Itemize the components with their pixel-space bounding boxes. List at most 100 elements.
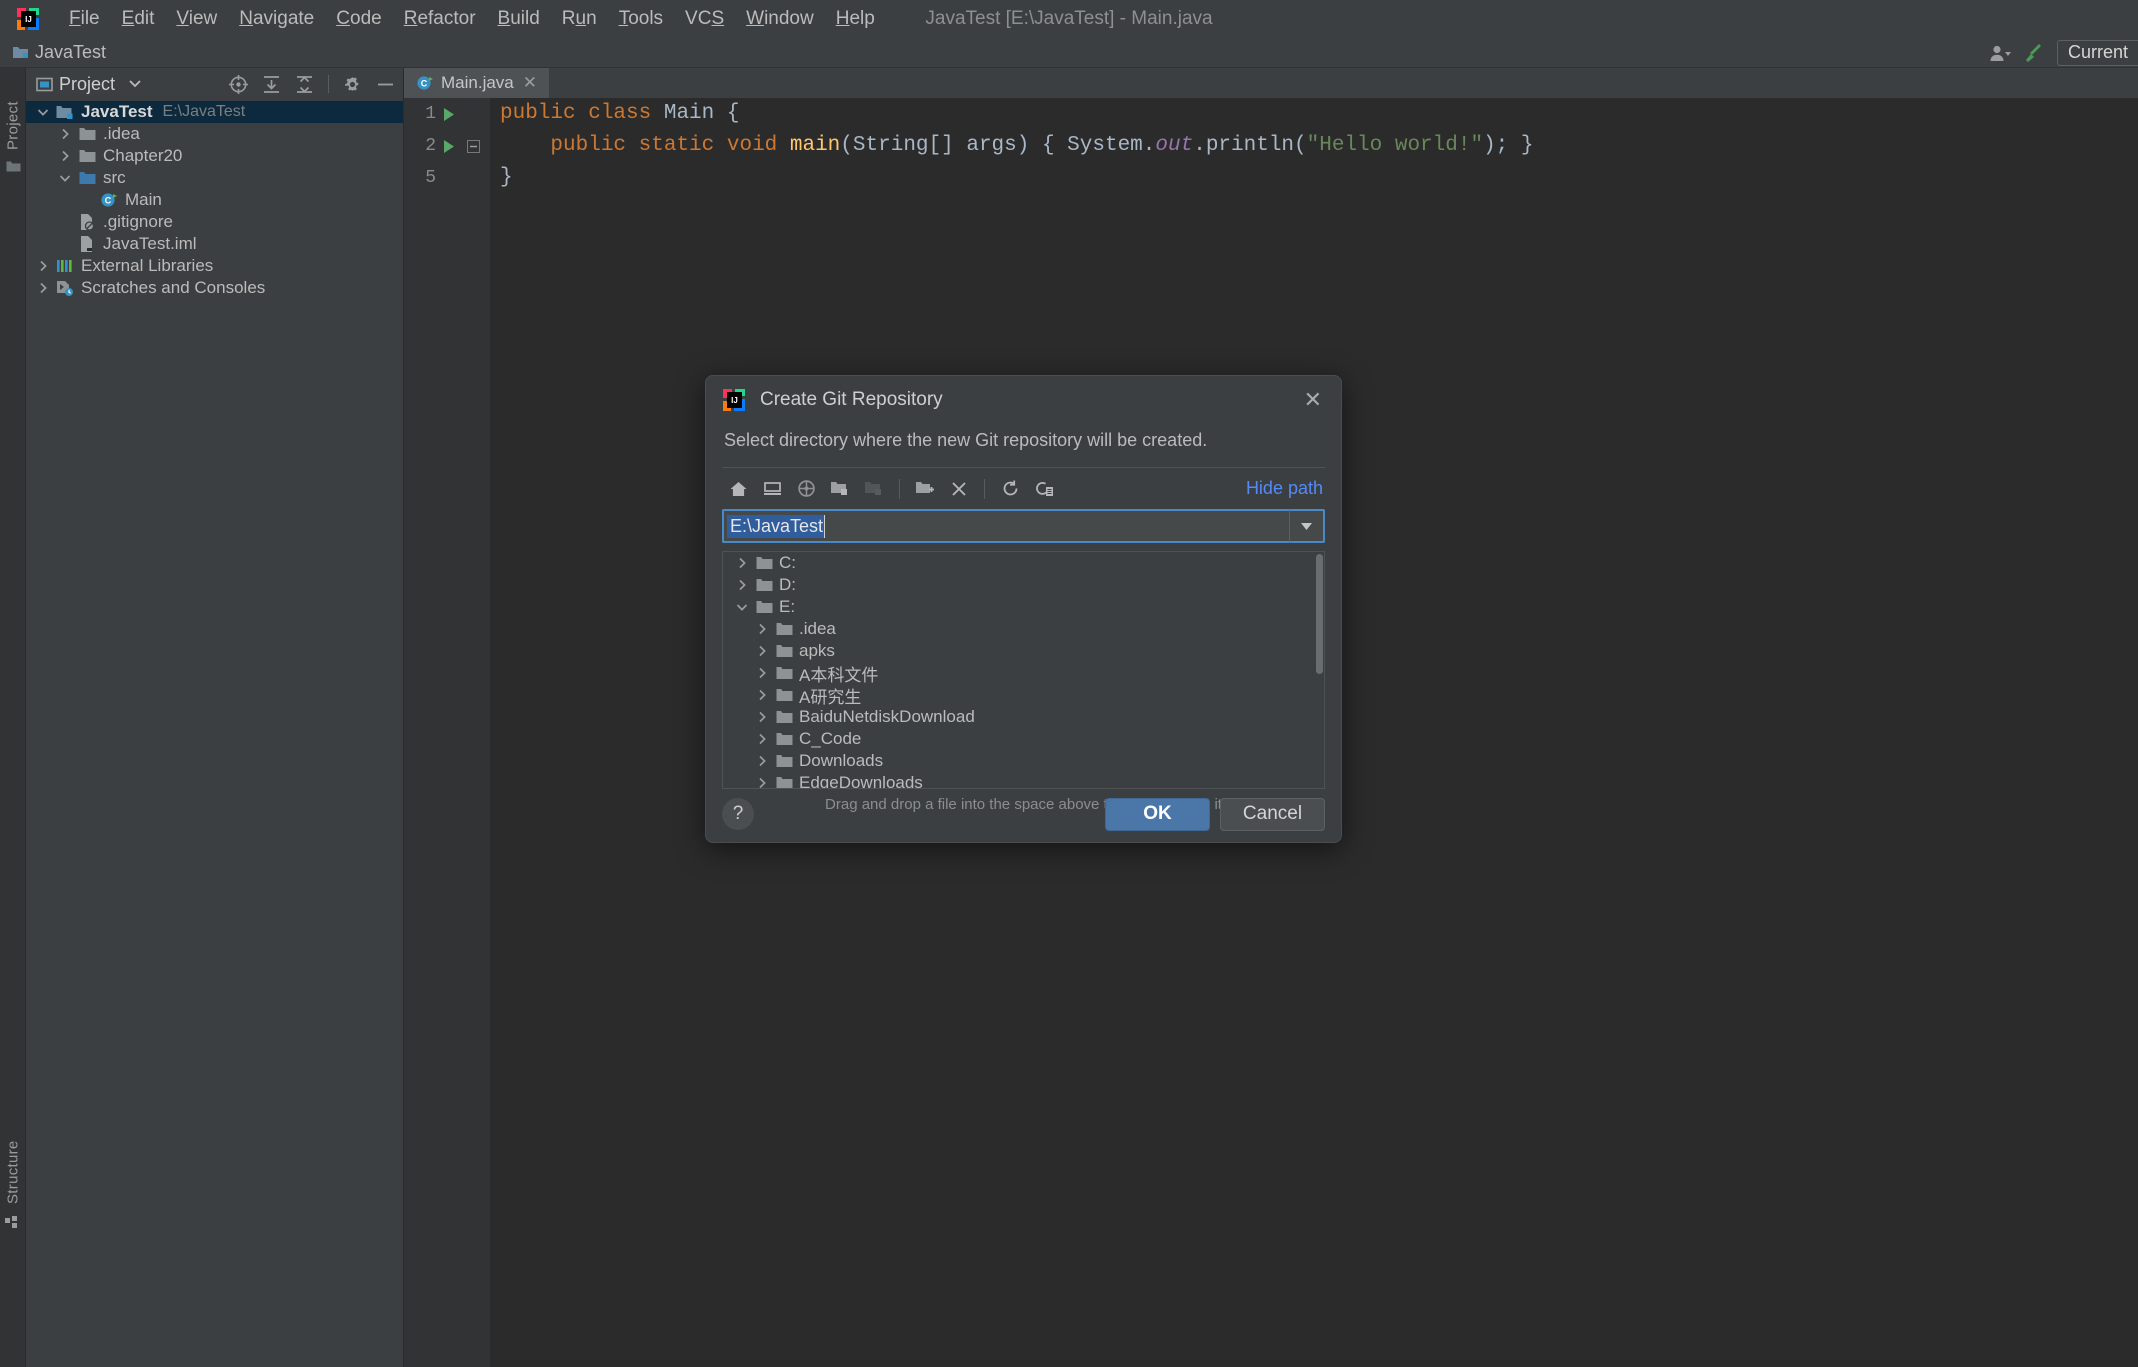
folder-icon — [773, 732, 795, 746]
project-tree-row[interactable]: C Main — [26, 189, 403, 211]
directory-tree-row[interactable]: Downloads — [723, 750, 1324, 772]
chevron-down-icon[interactable] — [54, 174, 76, 183]
code-line[interactable]: public class Main { — [490, 98, 2138, 130]
menu-window[interactable]: Window — [735, 4, 825, 34]
menu-vcs[interactable]: VCS — [674, 4, 735, 34]
editor-gutter[interactable]: 1 2 5 — [404, 98, 490, 1367]
show-hidden-files-icon[interactable] — [1028, 474, 1060, 504]
chevron-right-icon[interactable] — [54, 150, 76, 162]
directory-tree-row[interactable]: D: — [723, 574, 1324, 596]
chevron-right-icon[interactable] — [32, 260, 54, 272]
chevron-right-icon[interactable] — [731, 579, 753, 591]
build-hammer-icon[interactable] — [2017, 39, 2051, 67]
project-panel-header: Project — [26, 68, 403, 100]
project-tree-row[interactable]: .idea — [26, 123, 403, 145]
project-tree-row[interactable]: JavaTest.iml — [26, 233, 403, 255]
project-tree-row[interactable]: JavaTest E:\JavaTest — [26, 101, 403, 123]
editor-scrollbar[interactable] — [2124, 98, 2138, 1367]
folder-up-icon[interactable] — [824, 474, 856, 504]
code-token: [] args) { — [928, 134, 1068, 157]
run-configuration-selector[interactable]: Current — [2056, 39, 2138, 66]
code-token: "Hello world!" — [1306, 134, 1484, 157]
gear-icon[interactable] — [339, 71, 366, 97]
menu-code[interactable]: Code — [325, 4, 392, 34]
project-tree-row[interactable]: .gitignore — [26, 211, 403, 233]
structure-icon[interactable] — [5, 1216, 21, 1230]
chevron-right-icon[interactable] — [751, 645, 773, 657]
menu-file[interactable]: File — [58, 4, 111, 34]
project-tree-row[interactable]: Scratches and Consoles — [26, 277, 403, 299]
directory-tree-rows[interactable]: C: D: E: .idea apks A本科文件 A研究生 BaiduNetdiskDown… — [723, 552, 1324, 788]
project-tree[interactable]: JavaTest E:\JavaTest .idea Chapter20 src C Mai… — [26, 100, 403, 1367]
chevron-down-icon[interactable] — [32, 108, 54, 117]
close-icon[interactable]: ✕ — [521, 73, 539, 93]
menu-navigate[interactable]: Navigate — [228, 4, 325, 34]
directory-tree-scrollbar[interactable] — [1316, 554, 1323, 674]
stripe-item-project[interactable]: Project — [0, 72, 25, 150]
directory-tree-row[interactable]: C: — [723, 552, 1324, 574]
new-folder-icon[interactable] — [909, 474, 941, 504]
chevron-right-icon[interactable] — [731, 557, 753, 569]
svg-text:IJ: IJ — [731, 396, 738, 405]
cancel-button[interactable]: Cancel — [1220, 797, 1325, 831]
home-icon[interactable] — [722, 474, 754, 504]
hide-path-link[interactable]: Hide path — [1246, 478, 1323, 499]
chevron-right-icon[interactable] — [751, 623, 773, 635]
directory-tree-row[interactable]: C_Code — [723, 728, 1324, 750]
refresh-icon[interactable] — [994, 474, 1026, 504]
stripe-item-structure[interactable]: Structure — [0, 1108, 25, 1204]
minimize-icon[interactable] — [372, 71, 399, 97]
chevron-right-icon[interactable] — [32, 282, 54, 294]
chevron-right-icon[interactable] — [751, 667, 773, 679]
chevron-right-icon[interactable] — [751, 733, 773, 745]
directory-tree-row[interactable]: A研究生 — [723, 684, 1324, 707]
chevron-right-icon[interactable] — [751, 711, 773, 723]
chevron-down-icon[interactable] — [121, 71, 148, 97]
directory-tree-row[interactable]: apks — [723, 640, 1324, 662]
code-line[interactable]: } — [490, 162, 2138, 194]
chevron-down-icon[interactable] — [731, 603, 753, 612]
chevron-right-icon[interactable] — [751, 689, 773, 701]
help-button[interactable]: ? — [722, 798, 754, 830]
directory-tree-row[interactable]: .idea — [723, 618, 1324, 640]
directory-tree-row[interactable]: BaiduNetdiskDownload — [723, 706, 1324, 728]
menu-run[interactable]: Run — [551, 4, 608, 34]
account-icon[interactable] — [1983, 39, 2017, 67]
ok-button[interactable]: OK — [1105, 797, 1210, 831]
path-dropdown-button[interactable] — [1289, 509, 1325, 543]
dialog-title: Create Git Repository — [760, 389, 943, 410]
directory-tree[interactable]: C: D: E: .idea apks A本科文件 A研究生 BaiduNetdiskDown… — [722, 551, 1325, 789]
project-tree-row[interactable]: Chapter20 — [26, 145, 403, 167]
run-gutter-icon[interactable] — [436, 139, 462, 154]
path-input[interactable]: E:\JavaTest — [722, 509, 1289, 543]
close-icon[interactable]: ✕ — [1299, 387, 1327, 413]
fold-region-icon[interactable] — [462, 139, 484, 153]
desktop-icon[interactable] — [756, 474, 788, 504]
project-tree-row[interactable]: src — [26, 167, 403, 189]
folder-icon — [76, 149, 98, 163]
breadcrumb[interactable]: JavaTest — [12, 42, 106, 63]
delete-icon[interactable] — [943, 474, 975, 504]
collapse-all-icon[interactable] — [291, 71, 318, 97]
chevron-right-icon[interactable] — [751, 755, 773, 767]
project-tree-row-label: Scratches and Consoles — [81, 278, 266, 297]
line-number: 5 — [425, 168, 436, 188]
code-line[interactable]: public static void main(String[] args) {… — [490, 130, 2138, 162]
project-scope-icon[interactable] — [790, 474, 822, 504]
chevron-right-icon[interactable] — [54, 128, 76, 140]
menu-edit[interactable]: Edit — [111, 4, 166, 34]
menu-build[interactable]: Build — [487, 4, 551, 34]
editor-tab[interactable]: C Main.java ✕ — [404, 68, 550, 98]
menu-tools[interactable]: Tools — [608, 4, 674, 34]
project-tree-row[interactable]: External Libraries — [26, 255, 403, 277]
toolbar-divider — [984, 478, 985, 499]
directory-tree-row[interactable]: A本科文件 — [723, 662, 1324, 685]
menu-view[interactable]: View — [165, 4, 228, 34]
run-gutter-icon[interactable] — [436, 107, 462, 122]
select-opened-file-icon[interactable] — [225, 71, 252, 97]
expand-all-icon[interactable] — [258, 71, 285, 97]
menu-help[interactable]: Help — [825, 4, 886, 34]
project-panel-icon[interactable] — [6, 160, 21, 173]
menu-refactor[interactable]: Refactor — [393, 4, 487, 34]
directory-tree-row[interactable]: E: — [723, 596, 1324, 618]
